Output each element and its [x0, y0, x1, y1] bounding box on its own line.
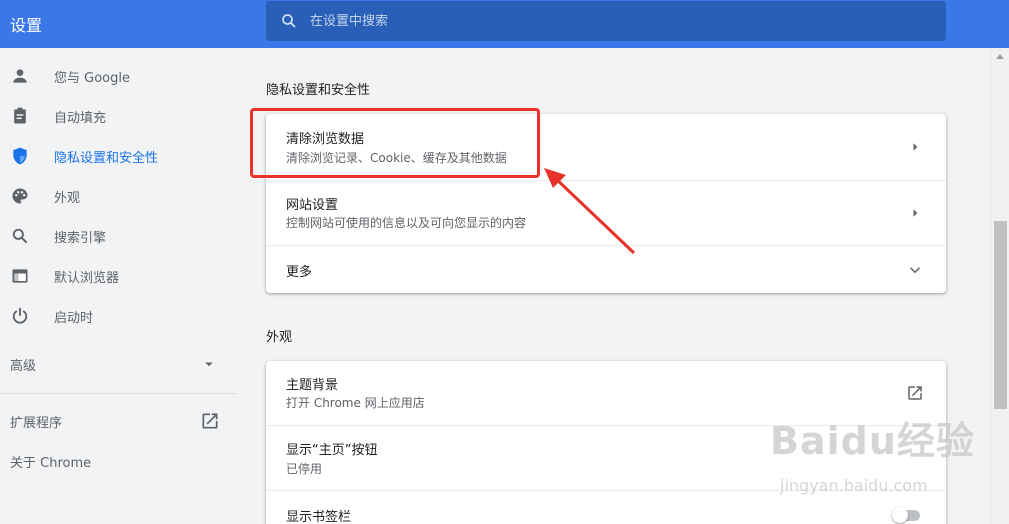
chevron-down-icon	[909, 267, 921, 274]
sidebar-item-on-startup[interactable]: 启动时	[0, 296, 236, 336]
sidebar-advanced-label: 高级	[10, 359, 37, 374]
sidebar-about-chrome[interactable]: 关于 Chrome	[0, 443, 236, 479]
chevron-right-icon	[913, 209, 918, 217]
palette-icon	[12, 188, 28, 204]
clipboard-icon	[14, 107, 26, 124]
open-external-icon	[202, 413, 218, 429]
row-title: 更多	[286, 265, 313, 280]
bookmarks-bar-toggle[interactable]	[892, 507, 922, 523]
search-icon	[282, 14, 296, 28]
more-row[interactable]: 更多	[266, 245, 946, 293]
row-subtitle: 控制网站可使用的信息以及可向您显示的内容	[286, 216, 527, 230]
clear-browsing-data-row[interactable]: 清除浏览数据 清除浏览记录、Cookie、缓存及其他数据	[266, 114, 946, 180]
shield-icon	[13, 147, 27, 165]
appearance-section-title: 外观	[266, 330, 293, 345]
chevron-right-icon	[913, 143, 918, 151]
browser-window-icon	[12, 269, 28, 283]
toggle-knob	[892, 507, 908, 523]
sidebar-item-privacy[interactable]: 隐私设置和安全性	[0, 136, 236, 176]
scroll-up-arrow-icon[interactable]	[996, 54, 1004, 59]
show-home-button-row[interactable]: 显示“主页”按钮 已停用	[266, 425, 946, 490]
theme-row[interactable]: 主题背景 打开 Chrome 网上应用店	[266, 361, 946, 425]
privacy-card: 清除浏览数据 清除浏览记录、Cookie、缓存及其他数据 网站设置 控制网站可使…	[266, 114, 946, 293]
row-title: 显示书签栏	[286, 510, 352, 524]
search-icon	[12, 228, 28, 244]
row-subtitle: 清除浏览记录、Cookie、缓存及其他数据	[286, 151, 507, 165]
sidebar: 您与 Google 自动填充 隐私设置和安全性 外观 搜索引擎 默认浏览器 启动…	[0, 48, 236, 524]
sidebar-advanced[interactable]: 高级	[0, 346, 236, 382]
sidebar-item-label: 搜索引擎	[54, 231, 107, 246]
open-external-icon	[908, 386, 922, 400]
row-title: 显示“主页”按钮	[286, 443, 378, 458]
sidebar-extensions-label: 扩展程序	[10, 416, 63, 431]
dropdown-arrow-icon	[205, 362, 213, 367]
sidebar-extensions[interactable]: 扩展程序	[0, 403, 236, 439]
sidebar-item-label: 自动填充	[54, 111, 107, 126]
sidebar-item-label: 隐私设置和安全性	[54, 151, 159, 166]
sidebar-item-label: 外观	[54, 191, 81, 206]
sidebar-item-default-browser[interactable]: 默认浏览器	[0, 256, 236, 296]
sidebar-item-label: 您与 Google	[54, 71, 130, 86]
row-subtitle: 打开 Chrome 网上应用店	[286, 396, 425, 410]
row-title: 清除浏览数据	[286, 132, 365, 147]
scrollbar[interactable]	[990, 48, 1009, 524]
person-icon	[13, 69, 27, 83]
sidebar-item-label: 默认浏览器	[54, 271, 120, 286]
show-bookmarks-bar-row[interactable]: 显示书签栏	[266, 490, 946, 524]
sidebar-divider	[0, 393, 236, 394]
sidebar-item-you-and-google[interactable]: 您与 Google	[0, 56, 236, 96]
sidebar-item-label: 启动时	[54, 311, 94, 326]
sidebar-item-autofill[interactable]: 自动填充	[0, 96, 236, 136]
sidebar-about-label: 关于 Chrome	[10, 456, 92, 471]
app-header: 设置	[0, 0, 1009, 48]
site-settings-row[interactable]: 网站设置 控制网站可使用的信息以及可向您显示的内容	[266, 180, 946, 245]
search-box[interactable]	[266, 1, 946, 41]
sidebar-item-appearance[interactable]: 外观	[0, 176, 236, 216]
sidebar-item-search-engine[interactable]: 搜索引擎	[0, 216, 236, 256]
page-title: 设置	[10, 16, 43, 35]
power-icon	[12, 307, 28, 324]
appearance-card: 主题背景 打开 Chrome 网上应用店 显示“主页”按钮 已停用 显示书签栏	[266, 361, 946, 524]
row-subtitle: 已停用	[286, 462, 323, 476]
scrollbar-thumb[interactable]	[994, 221, 1007, 409]
search-input[interactable]	[310, 9, 910, 33]
row-title: 主题背景	[286, 378, 339, 393]
privacy-section-title: 隐私设置和安全性	[266, 83, 371, 98]
row-title: 网站设置	[286, 198, 339, 213]
